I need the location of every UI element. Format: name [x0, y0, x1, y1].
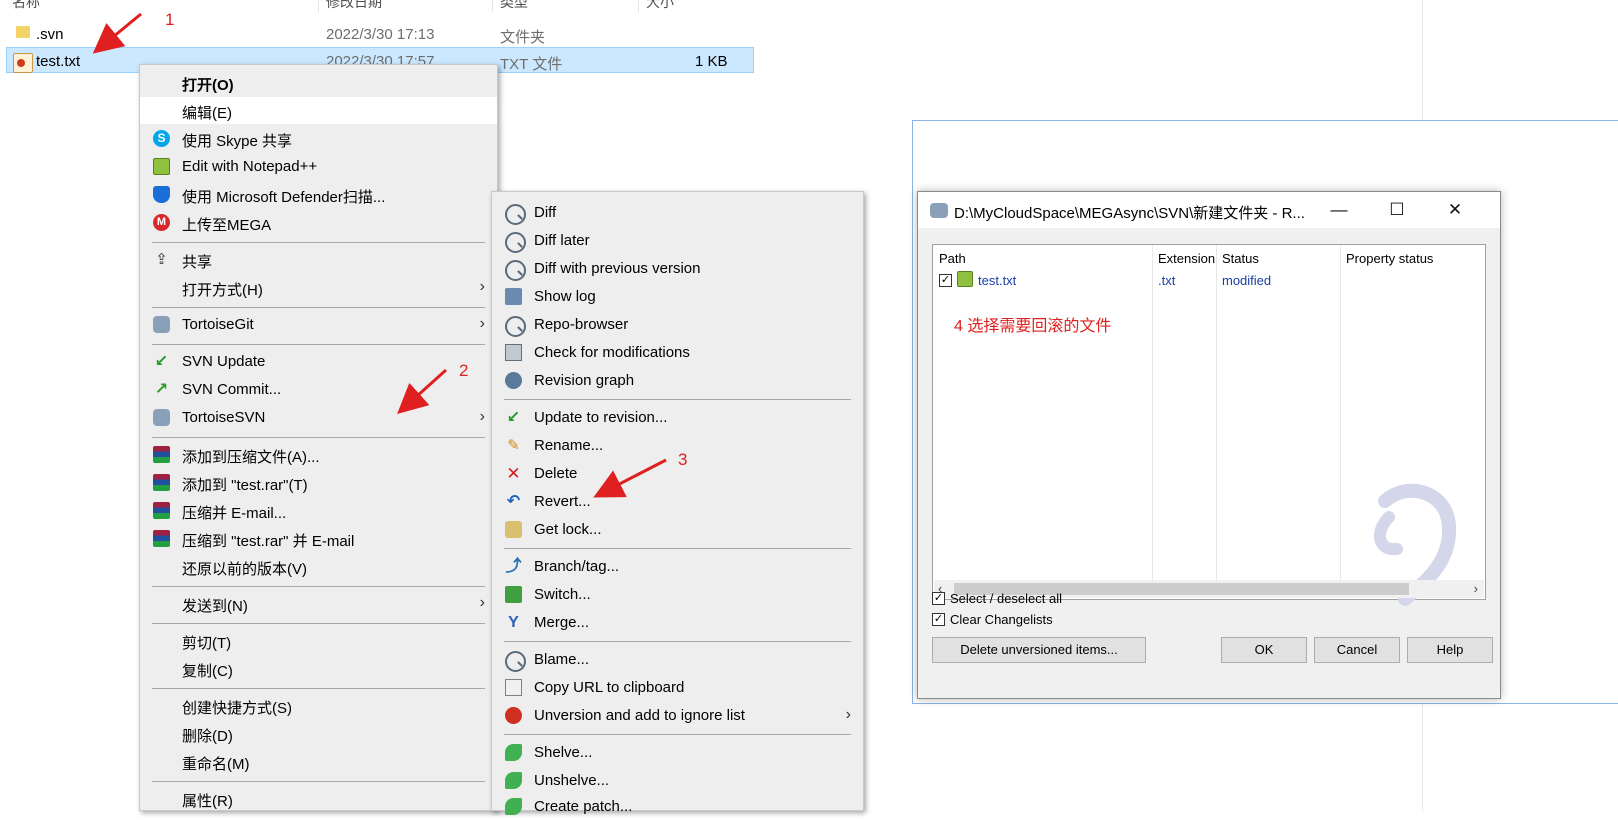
annotation-arrow-3: [593, 458, 667, 498]
annotation-step-3: 3: [678, 450, 688, 469]
annotation-step-4: 4 选择需要回滚的文件: [954, 318, 1112, 335]
column-header-property-status[interactable]: Property status: [1346, 251, 1433, 266]
clear-changelists-checkbox[interactable]: ✓: [932, 613, 945, 626]
delete-unversioned-button[interactable]: Delete unversioned items...: [932, 637, 1146, 663]
file-list-view[interactable]: Path Extension Status Property status ✓ …: [932, 244, 1486, 606]
annotation-arrow-1: [92, 12, 142, 54]
select-all-checkbox[interactable]: ✓: [932, 592, 945, 605]
dialog-titlebar[interactable]: D:\MyCloudSpace\MEGAsync\SVN\新建文件夹 - R..…: [918, 192, 1500, 228]
row-path[interactable]: test.txt: [978, 273, 1016, 288]
annotation-step-1: 1: [165, 10, 175, 29]
scroll-right-icon[interactable]: ›: [1474, 580, 1478, 598]
clear-changelists-label[interactable]: Clear Changelists: [950, 612, 1053, 627]
column-separator: [1152, 245, 1153, 585]
column-header-path[interactable]: Path: [939, 251, 966, 266]
column-header-status[interactable]: Status: [1222, 251, 1259, 266]
cancel-button[interactable]: Cancel: [1314, 637, 1400, 663]
row-checkbox[interactable]: ✓: [939, 274, 952, 287]
row-status: modified: [1222, 273, 1272, 288]
dialog-title: D:\MyCloudSpace\MEGAsync\SVN\新建文件夹 - R..…: [954, 205, 1305, 222]
help-button[interactable]: Help: [1407, 637, 1493, 663]
minimize-button[interactable]: —: [1316, 196, 1362, 224]
text-file-icon: [957, 271, 973, 287]
close-button[interactable]: ✕: [1432, 196, 1478, 224]
revert-dialog: D:\MyCloudSpace\MEGAsync\SVN\新建文件夹 - R..…: [917, 191, 1501, 699]
column-header-extension[interactable]: Extension: [1158, 251, 1215, 266]
tortoisesvn-icon: [930, 203, 948, 218]
column-separator: [1340, 245, 1341, 585]
annotation-step-2: 2: [459, 361, 469, 380]
column-separator: [1216, 245, 1217, 585]
select-all-label[interactable]: Select / deselect all: [950, 591, 1062, 606]
annotation-arrow-2: [397, 368, 448, 415]
ok-button[interactable]: OK: [1221, 637, 1307, 663]
maximize-button[interactable]: ☐: [1374, 196, 1420, 224]
row-extension: .txt: [1158, 273, 1176, 288]
